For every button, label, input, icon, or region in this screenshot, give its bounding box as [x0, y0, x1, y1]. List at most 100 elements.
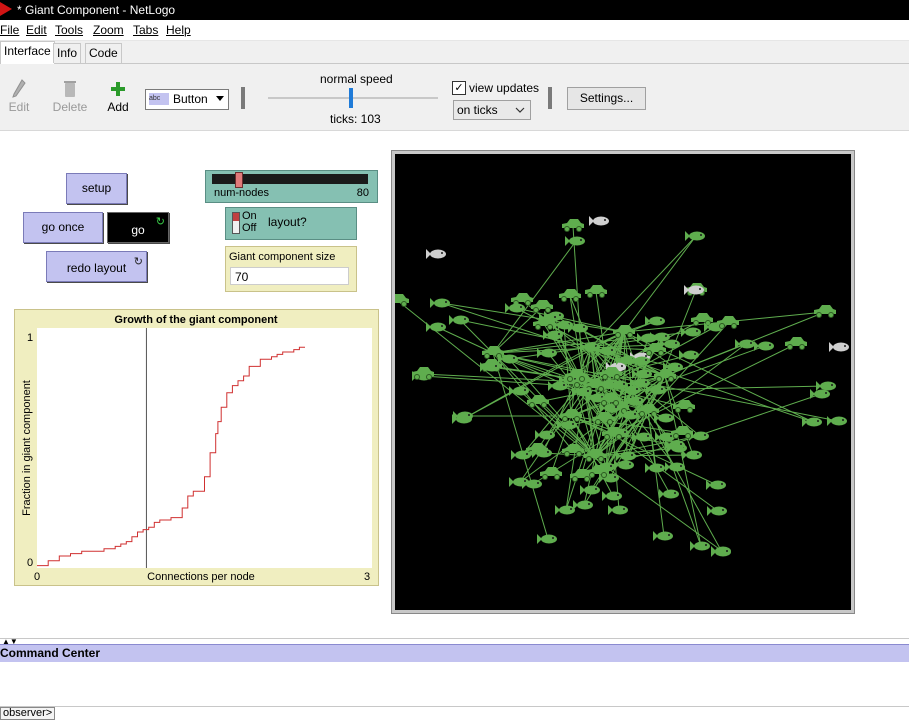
redo-layout-label: redo layout: [66, 261, 127, 275]
forever-icon: ↻: [133, 256, 143, 268]
plus-icon: [111, 82, 125, 96]
chevron-down-icon: [515, 107, 525, 113]
x-min-label: 0: [34, 571, 40, 583]
menu-zoom[interactable]: Zoom: [93, 23, 124, 37]
y-max-label: 1: [27, 332, 33, 344]
slider-name: num-nodes: [214, 187, 270, 199]
setup-label: setup: [81, 181, 112, 195]
view-updates-checkbox[interactable]: ✓: [452, 81, 466, 95]
x-max-label: 3: [364, 571, 370, 583]
car-node-icon: [717, 316, 739, 329]
switch-off-label: Off: [242, 222, 257, 234]
go-once-button[interactable]: go once: [23, 212, 103, 243]
network-graph: [395, 216, 849, 557]
fish-node-icon: [711, 547, 731, 557]
menu-tools[interactable]: Tools: [55, 23, 83, 37]
fish-node-icon: [557, 420, 577, 430]
settings-button[interactable]: Settings...: [567, 87, 646, 110]
widget-type-select[interactable]: abc Button: [145, 89, 229, 110]
fish-node-icon: [665, 462, 685, 472]
y-axis-label: Fraction in giant component: [21, 380, 33, 516]
setup-button[interactable]: setup: [66, 173, 127, 204]
command-input[interactable]: observer>: [0, 706, 909, 720]
chevron-down-icon: [216, 96, 224, 101]
fish-node-icon: [505, 303, 525, 313]
switch-name: layout?: [268, 215, 307, 229]
fish-node-icon: [659, 489, 679, 499]
update-mode-select[interactable]: on ticks: [453, 100, 531, 120]
car-node-icon: [531, 300, 553, 313]
car-node-icon: [814, 305, 836, 318]
fish-node-icon: [509, 386, 529, 396]
fish-node-icon: [684, 285, 704, 295]
edit-label: Edit: [8, 100, 30, 114]
switch-toggle[interactable]: [232, 212, 240, 234]
menu-edit[interactable]: Edit: [26, 23, 47, 37]
netlogo-app-icon: [0, 2, 12, 16]
menu-help[interactable]: Help: [166, 23, 191, 37]
fish-node-icon: [509, 477, 529, 487]
button-widget-icon: abc: [149, 93, 169, 105]
toolbar-separator: [241, 87, 245, 109]
y-min-label: 0: [27, 557, 33, 569]
switch-on-label: On: [242, 210, 257, 222]
fish-node-icon: [580, 485, 600, 495]
fish-node-icon: [827, 416, 847, 426]
speed-slider-thumb[interactable]: [349, 88, 353, 108]
giant-component-plot: Growth of the giant component Fraction i…: [14, 309, 379, 586]
fish-node-icon: [602, 491, 622, 501]
car-node-icon: [691, 313, 713, 326]
x-axis-label: Connections per node: [147, 571, 255, 583]
delete-label: Delete: [52, 100, 88, 114]
num-nodes-slider[interactable]: num-nodes 80: [205, 170, 378, 203]
fish-node-icon: [685, 231, 705, 241]
tab-info[interactable]: Info: [53, 43, 82, 63]
update-mode-value: on ticks: [457, 103, 498, 117]
world-canvas[interactable]: [395, 154, 851, 610]
tab-code[interactable]: Code: [85, 43, 122, 63]
speed-label: normal speed: [320, 72, 393, 86]
redo-layout-button[interactable]: redo layout ↻: [46, 251, 147, 282]
fish-node-icon: [810, 389, 830, 399]
menu-bar: File Edit Tools Zoom Tabs Help: [0, 20, 909, 41]
world-view[interactable]: [391, 150, 855, 614]
pencil-icon: [12, 79, 26, 98]
car-node-icon: [785, 337, 807, 350]
fish-node-icon: [511, 450, 531, 460]
fish-node-icon: [653, 531, 673, 541]
menu-file[interactable]: File: [0, 23, 19, 37]
fish-node-icon: [616, 451, 636, 461]
fish-node-icon: [537, 348, 557, 358]
slider-thumb[interactable]: [235, 172, 244, 188]
go-once-label: go once: [41, 220, 85, 234]
fish-node-icon: [682, 450, 702, 460]
edit-button[interactable]: Edit: [8, 78, 30, 114]
toolbar-separator: [548, 87, 552, 109]
layout-switch[interactable]: On Off layout?: [225, 207, 357, 240]
fish-node-icon: [426, 249, 446, 259]
title-bar: * Giant Component - NetLogo: [0, 0, 909, 20]
fish-node-icon: [573, 500, 593, 510]
fish-node-icon: [555, 505, 575, 515]
command-center-header: Command Center: [0, 644, 909, 663]
slider-value: 80: [356, 187, 369, 199]
fish-node-icon: [543, 330, 563, 340]
go-button[interactable]: go ↻: [107, 212, 169, 243]
car-node-icon: [559, 289, 581, 302]
plot-canvas: Growth of the giant component Fraction i…: [21, 314, 372, 583]
switch-knob: [233, 213, 239, 221]
car-node-icon: [482, 346, 504, 359]
fish-node-icon: [707, 506, 727, 516]
fish-node-icon: [754, 341, 774, 351]
speed-slider-track[interactable]: [268, 97, 438, 99]
plot-title: Growth of the giant component: [114, 314, 277, 326]
tab-interface[interactable]: Interface: [0, 41, 55, 64]
giant-component-monitor: Giant component size 70: [225, 246, 357, 292]
command-center-output: [0, 662, 909, 706]
fish-node-icon: [645, 463, 665, 473]
menu-tabs[interactable]: Tabs: [133, 23, 158, 37]
add-button[interactable]: Add: [106, 78, 130, 114]
fish-node-icon: [589, 216, 609, 226]
delete-button[interactable]: Delete: [52, 78, 88, 114]
observer-prompt[interactable]: observer>: [0, 707, 56, 720]
